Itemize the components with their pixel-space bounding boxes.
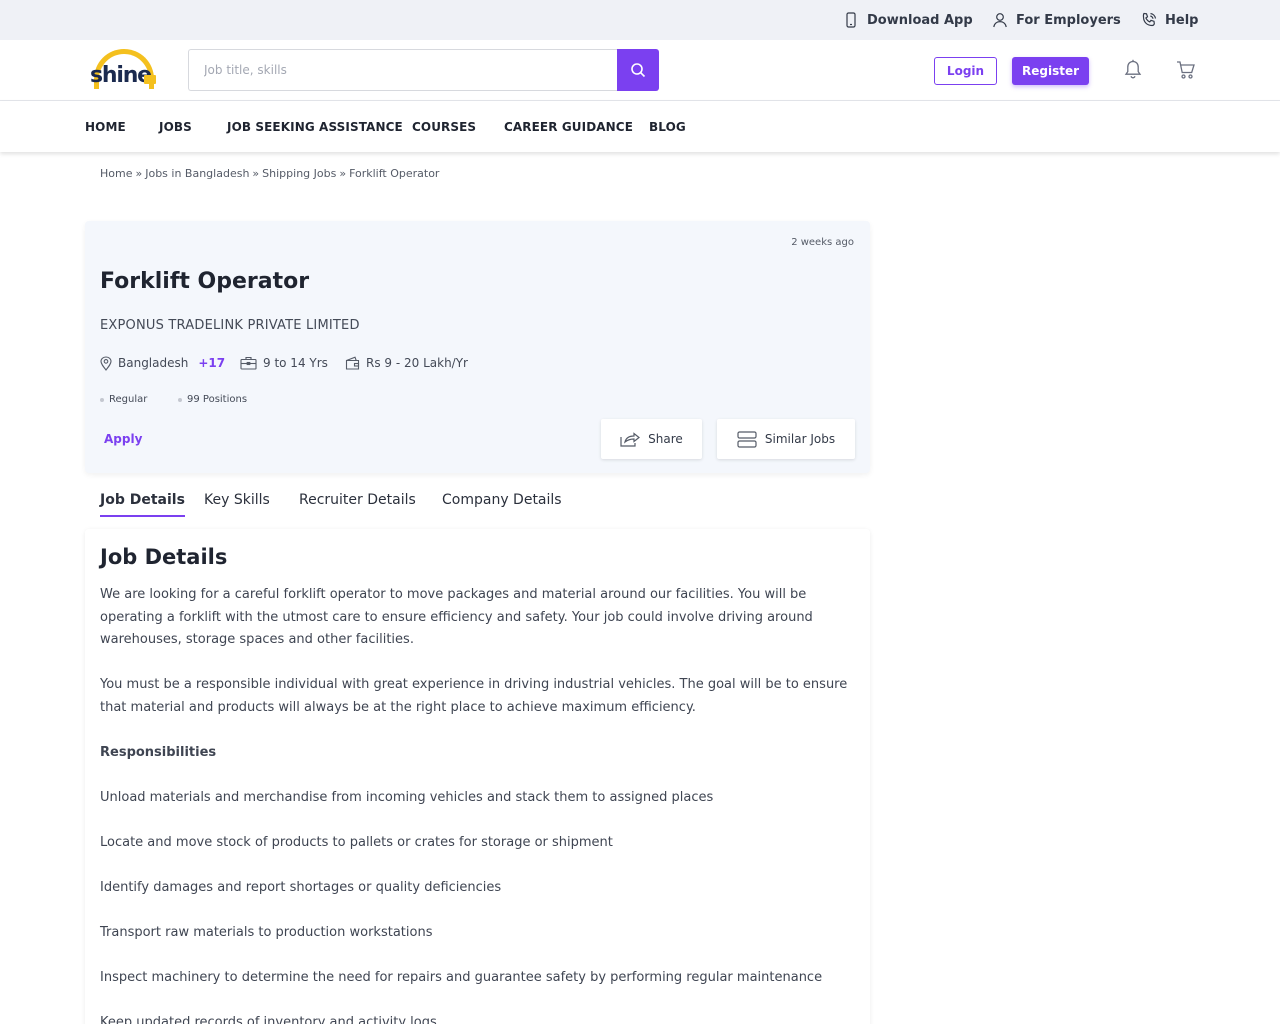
map-pin-icon [100,355,112,371]
description-paragraph: You must be a responsible individual wit… [100,677,848,715]
nav-item-career-guidance[interactable]: CAREER GUIDANCE [504,101,633,152]
for-employers-label: For Employers [1016,12,1121,28]
job-description: We are looking for a careful forklift op… [100,584,850,1024]
job-experience: 9 to 14 Yrs [240,354,328,372]
positions-text: 99 Positions [187,394,248,405]
nav-item-job-seeking-assistance[interactable]: JOB SEEKING ASSISTANCE [227,101,403,152]
download-app-label: Download App [867,12,973,28]
breadcrumb: Home» Jobs in Bangladesh» Shipping Jobs» Fo… [100,167,439,180]
responsibility-item: Keep updated records of inventory and ac… [100,1014,437,1024]
nav-item-blog[interactable]: BLOG [649,101,686,152]
company-name[interactable]: EXPONUS TRADELINK PRIVATE LIMITED [100,318,360,333]
nav-item-courses[interactable]: COURSES [412,101,476,152]
bullet-dot [100,397,104,402]
bell-icon[interactable] [1123,59,1143,81]
description-paragraph: We are looking for a careful forklift op… [100,587,813,647]
bullet-dot [178,397,182,402]
share-icon [620,431,641,447]
job-details-heading: Job Details [100,545,228,569]
main-nav: HOME JOBS JOB SEEKING ASSISTANCE COURSES… [0,101,1280,152]
job-type-text: Regular [109,394,148,405]
help-label: Help [1165,12,1199,28]
similar-jobs-button[interactable]: Similar Jobs [717,419,855,459]
main-header: shine Login Register [0,40,1280,101]
help-link[interactable]: Help [1141,0,1198,40]
tab-recruiter-details[interactable]: Recruiter Details [299,492,416,517]
positions-tag: 99 Positions [178,394,247,405]
phone-call-icon [1142,12,1157,27]
job-type-tag: Regular [100,394,147,405]
share-label: Share [648,432,683,446]
breadcrumb-separator: » [252,167,260,180]
search-input[interactable] [189,50,618,90]
search-icon [631,63,646,78]
register-button[interactable]: Register [1012,57,1089,85]
similar-jobs-label: Similar Jobs [764,432,836,446]
wallet-icon [345,356,360,370]
experience-text: 9 to 14 Yrs [263,356,328,370]
responsibility-item: Transport raw materials to production wo… [100,924,433,940]
breadcrumb-current: Forklift Operator [349,167,440,180]
download-app-link[interactable]: Download App [843,0,973,40]
job-salary: Rs 9 - 20 Lakh/Yr [345,354,468,372]
nav-item-jobs[interactable]: JOBS [159,101,192,152]
posted-time: 2 weeks ago [791,237,854,248]
job-summary-card: 2 weeks ago Forklift Operator EXPONUS TR… [85,221,870,473]
top-utility-bar: Download App For Employers Help [0,0,1280,40]
breadcrumb-separator: » [339,167,347,180]
job-location: Bangladesh +17 [100,354,225,372]
nav-item-home[interactable]: HOME [85,101,126,152]
responsibility-item: Locate and move stock of products to pal… [100,834,613,850]
job-title: Forklift Operator [100,269,310,294]
breadcrumb-home[interactable]: Home [100,167,132,180]
shine-logo[interactable]: shine [88,48,158,92]
share-button[interactable]: Share [601,419,702,459]
more-locations-link[interactable]: +17 [198,356,225,370]
briefcase-icon [240,356,257,370]
for-employers-link[interactable]: For Employers [992,0,1121,40]
apply-button[interactable]: Apply [104,432,142,446]
user-icon [993,13,1007,28]
responsibility-item: Inspect machinery to determine the need … [100,969,823,985]
responsibilities-heading: Responsibilities [100,744,217,760]
tab-job-details[interactable]: Job Details [100,492,185,517]
list-icon [737,430,757,448]
breadcrumb-jobs-in-bangladesh[interactable]: Jobs in Bangladesh [145,167,249,180]
login-button[interactable]: Login [934,57,997,85]
logo-text: shine [90,63,152,88]
mobile-phone-icon [846,12,856,28]
breadcrumb-separator: » [135,167,143,180]
logo-tag [144,75,156,84]
search-box [188,49,618,91]
tab-company-details[interactable]: Company Details [442,492,562,517]
cart-icon[interactable] [1176,60,1196,80]
responsibility-item: Identify damages and report shortages or… [100,879,502,895]
salary-text: Rs 9 - 20 Lakh/Yr [366,356,468,370]
location-text: Bangladesh [118,356,189,370]
job-details-section: Job Details We are looking for a careful… [85,529,870,1024]
breadcrumb-shipping-jobs[interactable]: Shipping Jobs [262,167,336,180]
search-button[interactable] [617,49,659,91]
responsibility-item: Unload materials and merchandise from in… [100,789,714,805]
tab-key-skills[interactable]: Key Skills [204,492,270,517]
